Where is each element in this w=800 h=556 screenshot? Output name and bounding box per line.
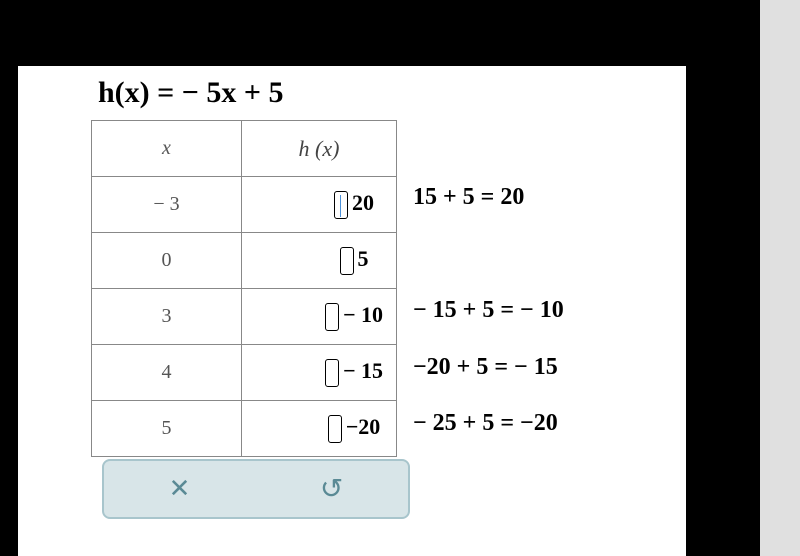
table-row: 0 5	[92, 233, 397, 289]
clear-button[interactable]: ✕	[169, 474, 191, 504]
header-x: x	[92, 121, 242, 177]
right-sidebar	[760, 0, 800, 556]
hx-cell[interactable]: 20	[242, 177, 397, 233]
action-button-panel: ✕ ↺	[102, 459, 410, 519]
x-value: 4	[92, 345, 242, 401]
hx-value: 20	[352, 190, 374, 215]
table-row: 4 − 15	[92, 345, 397, 401]
header-hx: h (x)	[242, 121, 397, 177]
x-value: − 3	[92, 177, 242, 233]
input-box-icon[interactable]	[325, 359, 339, 387]
calculation-note: − 25 + 5 = −20	[413, 410, 558, 437]
function-table: x h (x) − 3 20 0 5 3 − 10	[91, 120, 397, 457]
input-box-icon[interactable]	[328, 415, 342, 443]
hx-value: − 10	[343, 302, 383, 327]
input-box-icon[interactable]	[325, 303, 339, 331]
x-value: 3	[92, 289, 242, 345]
worksheet-page: h(x) = − 5x + 5 x h (x) − 3 20 0 5 3	[18, 66, 686, 556]
calculation-note: 15 + 5 = 20	[413, 184, 524, 211]
table-header-row: x h (x)	[92, 121, 397, 177]
hx-cell[interactable]: − 15	[242, 345, 397, 401]
hx-cell[interactable]: − 10	[242, 289, 397, 345]
input-box-icon[interactable]	[334, 191, 348, 219]
reset-icon: ↺	[320, 474, 343, 505]
input-box-icon[interactable]	[340, 247, 354, 275]
hx-value: − 15	[343, 358, 383, 383]
function-equation: h(x) = − 5x + 5	[98, 76, 283, 110]
x-value: 5	[92, 401, 242, 457]
calculation-note: − 15 + 5 = − 10	[413, 297, 564, 324]
table-row: − 3 20	[92, 177, 397, 233]
hx-cell[interactable]: 5	[242, 233, 397, 289]
hx-value: −20	[346, 414, 381, 439]
outer-frame: h(x) = − 5x + 5 x h (x) − 3 20 0 5 3	[0, 0, 760, 556]
table-row: 5 −20	[92, 401, 397, 457]
calculation-note: −20 + 5 = − 15	[413, 354, 558, 381]
hx-cell[interactable]: −20	[242, 401, 397, 457]
table-row: 3 − 10	[92, 289, 397, 345]
reset-button[interactable]: ↺	[320, 472, 343, 506]
x-value: 0	[92, 233, 242, 289]
x-icon: ✕	[169, 474, 191, 503]
hx-value: 5	[358, 246, 369, 271]
